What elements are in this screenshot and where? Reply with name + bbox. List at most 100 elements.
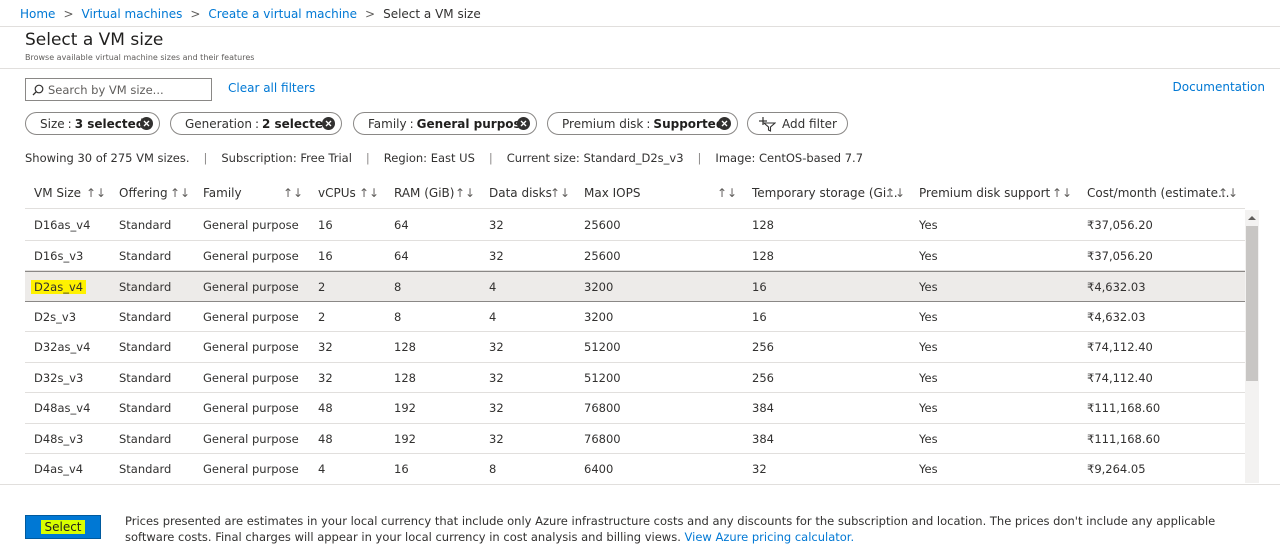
cell-ram: 192 xyxy=(394,401,416,415)
page-subtitle: Browse available virtual machine sizes a… xyxy=(25,53,255,62)
filter-pill-premium-disk[interactable]: Premium disk: Supported xyxy=(547,112,738,135)
table-row[interactable]: D48as_v4 Standard General purpose 48 192… xyxy=(25,393,1245,424)
cell-cost: ₹37,056.20 xyxy=(1087,248,1153,263)
column-header-ram[interactable]: RAM (GiB) xyxy=(394,186,454,200)
select-button[interactable]: Select xyxy=(25,515,101,539)
filter-value: 3 selected xyxy=(74,116,145,131)
close-circle-icon[interactable] xyxy=(140,117,153,130)
chevron-right-icon: > xyxy=(365,7,376,21)
cell-family: General purpose xyxy=(203,340,299,354)
cell-data-disks: 32 xyxy=(489,340,504,354)
filter-pill-generation[interactable]: Generation:2 selected xyxy=(170,112,342,135)
cell-vcpus: 32 xyxy=(318,340,333,354)
clear-all-filters-link[interactable]: Clear all filters xyxy=(228,81,315,95)
cell-premium-disk: Yes xyxy=(919,370,938,385)
table-row[interactable]: D32s_v3 Standard General purpose 32 128 … xyxy=(25,363,1245,393)
breadcrumb-home[interactable]: Home xyxy=(20,7,55,21)
sort-icon[interactable]: ↑↓ xyxy=(170,186,190,200)
cell-vm-size: D32as_v4 xyxy=(34,340,91,354)
sort-icon[interactable]: ↑↓ xyxy=(550,186,570,200)
divider xyxy=(0,68,1280,69)
cell-cost: ₹4,632.03 xyxy=(1087,309,1146,324)
cell-max-iops: 6400 xyxy=(584,462,614,476)
cell-cost: ₹37,056.20 xyxy=(1087,218,1153,232)
close-circle-icon[interactable] xyxy=(322,117,335,130)
column-header-temp-storage[interactable]: Temporary storage (Gi... xyxy=(752,186,898,200)
select-button-label: Select xyxy=(41,520,85,534)
cell-vcpus: 32 xyxy=(318,370,333,385)
sort-icon[interactable]: ↑↓ xyxy=(885,186,905,200)
cell-vcpus: 16 xyxy=(318,218,333,232)
cell-data-disks: 32 xyxy=(489,431,504,446)
sort-icon[interactable]: ↑↓ xyxy=(1052,186,1072,200)
grid-scrollbar[interactable] xyxy=(1245,210,1259,483)
table-row[interactable]: D48s_v3 Standard General purpose 48 192 … xyxy=(25,424,1245,454)
chevron-right-icon: > xyxy=(190,7,201,21)
pricing-calculator-link[interactable]: View Azure pricing calculator. xyxy=(685,530,855,544)
subscription-info: Subscription: Free Trial xyxy=(221,151,352,165)
search-input[interactable] xyxy=(48,82,198,97)
sort-icon[interactable]: ↑↓ xyxy=(86,186,106,200)
add-filter-button[interactable]: Add filter xyxy=(747,112,848,135)
cell-temp-storage: 32 xyxy=(752,462,767,476)
filter-value: General purpose xyxy=(416,116,529,131)
cell-vm-size: D48as_v4 xyxy=(34,401,91,415)
cell-vcpus: 48 xyxy=(318,401,333,415)
column-header-data-disks[interactable]: Data disks xyxy=(489,186,552,200)
chevron-up-icon[interactable] xyxy=(1247,214,1257,222)
close-circle-icon[interactable] xyxy=(718,117,731,130)
search-box[interactable] xyxy=(25,78,212,101)
table-row[interactable]: D32as_v4 Standard General purpose 32 128… xyxy=(25,332,1245,363)
cell-max-iops: 25600 xyxy=(584,218,621,232)
column-header-family[interactable]: Family xyxy=(203,186,242,200)
cell-vm-size: D32s_v3 xyxy=(34,370,84,385)
column-header-vcpus[interactable]: vCPUs xyxy=(318,186,356,200)
cell-cost: ₹111,168.60 xyxy=(1087,431,1161,446)
table-row[interactable]: D16s_v3 Standard General purpose 16 64 3… xyxy=(25,241,1245,271)
cell-vcpus: 2 xyxy=(318,309,326,324)
filter-pill-family[interactable]: Family: General purpose xyxy=(353,112,537,135)
sort-icon[interactable]: ↑↓ xyxy=(359,186,379,200)
scrollbar-thumb[interactable] xyxy=(1246,226,1258,381)
column-header-offering[interactable]: Offering xyxy=(119,186,168,200)
cell-temp-storage: 256 xyxy=(752,370,774,385)
cell-offering: Standard xyxy=(119,370,172,385)
column-header-cost[interactable]: Cost/month (estimate... xyxy=(1087,186,1229,200)
divider xyxy=(0,26,1280,27)
column-header-premium-disk[interactable]: Premium disk support xyxy=(919,186,1050,200)
cell-family: General purpose xyxy=(203,248,299,263)
table-row[interactable]: D16as_v4 Standard General purpose 16 64 … xyxy=(25,210,1245,241)
sort-icon[interactable]: ↑↓ xyxy=(717,186,737,200)
breadcrumb-create-vm[interactable]: Create a virtual machine xyxy=(208,7,357,21)
column-header-vm-size[interactable]: VM Size xyxy=(34,186,81,200)
filter-pill-size[interactable]: Size:3 selected xyxy=(25,112,160,135)
sort-icon[interactable]: ↑↓ xyxy=(455,186,475,200)
table-row[interactable]: D2s_v3 Standard General purpose 2 8 4 32… xyxy=(25,302,1245,332)
cell-family: General purpose xyxy=(203,462,299,476)
search-icon xyxy=(32,84,44,95)
sort-icon[interactable]: ↑↓ xyxy=(283,186,303,200)
sort-icon[interactable]: ↑↓ xyxy=(1218,186,1238,200)
cell-offering: Standard xyxy=(119,462,172,476)
cell-temp-storage: 128 xyxy=(752,248,774,263)
filter-key: Size xyxy=(40,116,65,131)
cell-vm-size: D2s_v3 xyxy=(34,309,77,324)
cell-temp-storage: 16 xyxy=(752,309,767,324)
cell-premium-disk: Yes xyxy=(919,431,938,446)
close-circle-icon[interactable] xyxy=(517,117,530,130)
cell-offering: Standard xyxy=(119,309,172,324)
summary-bar: Showing 30 of 275 VM sizes. | Subscripti… xyxy=(25,151,864,165)
showing-count: Showing 30 of 275 VM sizes. xyxy=(25,151,190,165)
add-filter-icon xyxy=(759,116,776,132)
breadcrumb-virtual-machines[interactable]: Virtual machines xyxy=(82,7,183,21)
table-row[interactable]: D4as_v4 Standard General purpose 4 16 8 … xyxy=(25,454,1245,483)
pricing-notice: Prices presented are estimates in your l… xyxy=(125,513,1265,545)
column-header-max-iops[interactable]: Max IOPS xyxy=(584,186,640,200)
cell-cost: ₹74,112.40 xyxy=(1087,340,1153,354)
documentation-link[interactable]: Documentation xyxy=(1172,80,1265,94)
cell-premium-disk: Yes xyxy=(919,340,938,354)
cell-vcpus: 2 xyxy=(318,280,326,294)
cell-data-disks: 4 xyxy=(489,280,497,294)
cell-premium-disk: Yes xyxy=(919,280,938,294)
table-row-selected[interactable]: D2as_v4 Standard General purpose 2 8 4 3… xyxy=(25,271,1245,302)
